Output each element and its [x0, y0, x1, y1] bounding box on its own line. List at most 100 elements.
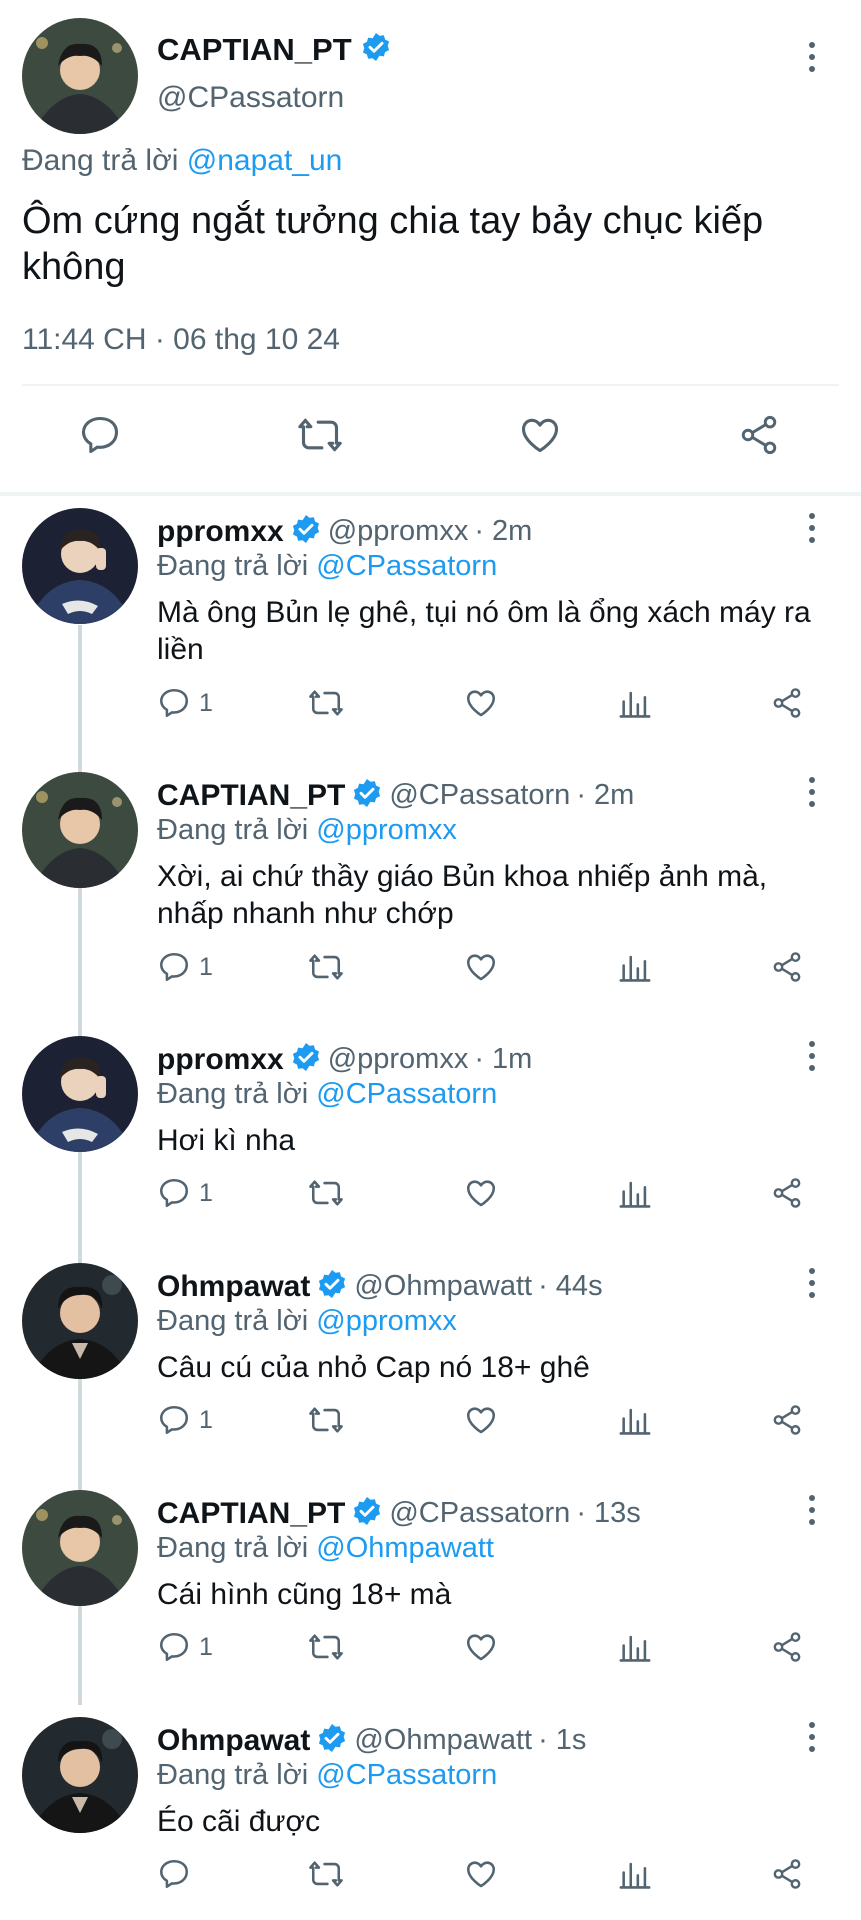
- reply-button[interactable]: 1: [157, 1630, 213, 1664]
- retweet-button[interactable]: [307, 1176, 345, 1210]
- avatar[interactable]: [22, 1717, 138, 1833]
- heart-icon: [466, 1180, 496, 1207]
- replying-to-link[interactable]: @napat_un: [187, 144, 343, 177]
- reply-text: Câu cú của nhỏ Cap nó 18+ ghê: [157, 1351, 590, 1384]
- share-button[interactable]: [770, 1403, 804, 1437]
- more-options-icon[interactable]: [797, 1036, 827, 1076]
- share-button[interactable]: [770, 950, 804, 984]
- reply-time[interactable]: · 44s: [538, 1270, 602, 1303]
- replying-to-link[interactable]: @ppromxx: [316, 1305, 457, 1337]
- author-handle[interactable]: @Ohmpawatt: [354, 1724, 532, 1757]
- like-button[interactable]: [464, 1857, 498, 1891]
- reply-button[interactable]: 1: [157, 1176, 213, 1210]
- share-icon: [773, 1178, 801, 1208]
- author-name[interactable]: Ohmpawat: [157, 1270, 310, 1304]
- heart-icon: [466, 690, 496, 717]
- avatar[interactable]: [22, 772, 138, 888]
- replying-to-link[interactable]: @Ohmpawatt: [316, 1532, 494, 1564]
- author-name[interactable]: ppromxx: [157, 1043, 284, 1077]
- reply-time[interactable]: · 2m: [576, 779, 634, 812]
- retweet-button[interactable]: [307, 1857, 345, 1891]
- share-button[interactable]: [770, 1857, 804, 1891]
- more-options-icon[interactable]: [797, 772, 827, 812]
- replying-to-line: Đang trả lời @Ohmpawatt: [157, 1532, 494, 1565]
- replying-to-line: Đang trả lời @CPassatorn: [157, 1759, 497, 1792]
- analytics-button[interactable]: [618, 950, 652, 984]
- author-handle[interactable]: @CPassatorn: [157, 81, 344, 115]
- like-button[interactable]: [518, 413, 562, 462]
- analytics-button[interactable]: [618, 1176, 652, 1210]
- avatar[interactable]: [22, 1490, 138, 1606]
- author-name[interactable]: Ohmpawat: [157, 1724, 310, 1758]
- more-options-icon[interactable]: [797, 37, 827, 77]
- author-name[interactable]: CAPTIAN_PT: [157, 32, 352, 68]
- share-icon: [773, 1405, 801, 1435]
- retweet-button[interactable]: [307, 1403, 345, 1437]
- reply-count: 1: [199, 1405, 213, 1434]
- reply-text: Xời, ai chứ thầy giáo Bủn khoa nhiếp ảnh…: [157, 860, 768, 930]
- reply-icon: [159, 1178, 189, 1208]
- reply-time[interactable]: · 2m: [474, 515, 532, 548]
- retweet-button[interactable]: [296, 413, 344, 462]
- replying-to-link[interactable]: @CPassatorn: [316, 1759, 497, 1791]
- author-handle[interactable]: @CPassatorn: [389, 779, 570, 812]
- avatar[interactable]: [22, 508, 138, 624]
- share-button[interactable]: [770, 1176, 804, 1210]
- reply-icon: [159, 1405, 189, 1435]
- reply-time[interactable]: · 1s: [538, 1724, 586, 1757]
- reply-button[interactable]: 1: [157, 1403, 213, 1437]
- like-button[interactable]: [464, 1176, 498, 1210]
- author-handle[interactable]: @Ohmpawatt: [354, 1270, 532, 1303]
- author-name[interactable]: CAPTIAN_PT: [157, 1497, 345, 1531]
- author-handle[interactable]: @ppromxx: [328, 1043, 469, 1076]
- reply-button[interactable]: 1: [157, 950, 213, 984]
- avatar[interactable]: [22, 1036, 138, 1152]
- replying-label: Đang trả lời: [22, 144, 179, 177]
- replying-to-link[interactable]: @CPassatorn: [316, 1078, 497, 1110]
- tweet-text: Ôm cứng ngắt tưởng chia tay bảy chục kiế…: [22, 200, 764, 288]
- retweet-button[interactable]: [307, 686, 345, 720]
- reply-time[interactable]: · 1m: [474, 1043, 532, 1076]
- avatar[interactable]: [22, 18, 138, 134]
- like-button[interactable]: [464, 1630, 498, 1664]
- tweet-timestamp[interactable]: 11:44 CH · 06 thg 10 24: [22, 323, 340, 357]
- avatar[interactable]: [22, 1263, 138, 1379]
- reply-button[interactable]: [157, 1857, 199, 1891]
- author-handle[interactable]: @ppromxx: [328, 515, 469, 548]
- retweet-icon: [298, 418, 342, 452]
- more-options-icon[interactable]: [797, 508, 827, 548]
- replying-to-link[interactable]: @CPassatorn: [316, 550, 497, 582]
- reply-text: Cái hình cũng 18+ mà: [157, 1578, 452, 1611]
- retweet-button[interactable]: [307, 1630, 345, 1664]
- analytics-button[interactable]: [618, 1630, 652, 1664]
- replying-label: Đang trả lời: [157, 1078, 309, 1110]
- more-options-icon[interactable]: [797, 1490, 827, 1530]
- analytics-icon: [619, 1408, 651, 1435]
- author-name[interactable]: ppromxx: [157, 515, 284, 549]
- retweet-button[interactable]: [307, 950, 345, 984]
- analytics-button[interactable]: [618, 686, 652, 720]
- like-button[interactable]: [464, 686, 498, 720]
- analytics-button[interactable]: [618, 1403, 652, 1437]
- like-button[interactable]: [464, 1403, 498, 1437]
- reply-button[interactable]: 1: [157, 686, 213, 720]
- share-button[interactable]: [737, 413, 781, 462]
- reply-text: Hơi kì nha: [157, 1124, 296, 1157]
- replying-to-link[interactable]: @ppromxx: [316, 814, 457, 846]
- like-button[interactable]: [464, 950, 498, 984]
- share-button[interactable]: [770, 1630, 804, 1664]
- reply-time[interactable]: · 13s: [576, 1497, 640, 1530]
- author-handle[interactable]: @CPassatorn: [389, 1497, 570, 1530]
- more-options-icon[interactable]: [797, 1717, 827, 1757]
- analytics-button[interactable]: [618, 1857, 652, 1891]
- more-options-icon[interactable]: [797, 1263, 827, 1303]
- share-icon: [773, 688, 801, 718]
- reply-text: Éo cãi được: [157, 1805, 321, 1838]
- share-icon: [773, 1859, 801, 1889]
- author-name[interactable]: CAPTIAN_PT: [157, 779, 345, 813]
- reply-count: 1: [199, 952, 213, 981]
- reply-button[interactable]: [78, 413, 122, 462]
- share-button[interactable]: [770, 686, 804, 720]
- verified-badge-icon: [290, 513, 322, 550]
- replying-to-line: Đang trả lời @CPassatorn: [157, 1078, 497, 1111]
